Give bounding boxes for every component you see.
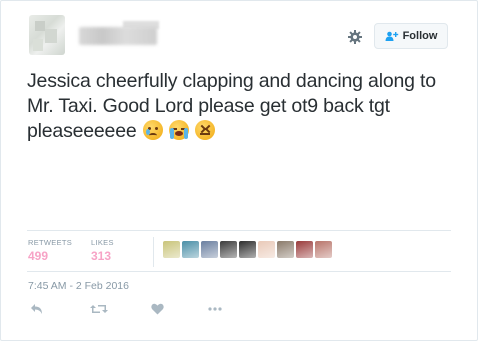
retweets-label[interactable]: RETWEETS xyxy=(28,238,72,247)
add-user-icon xyxy=(385,31,398,41)
tweet-body: Jessica cheerfully clapping and dancing … xyxy=(27,70,436,142)
tweet-card: Follow Jessica cheerfully clapping and d… xyxy=(0,0,478,341)
liker-avatar[interactable] xyxy=(258,241,275,258)
liker-avatar[interactable] xyxy=(182,241,199,258)
gear-icon[interactable] xyxy=(347,29,363,45)
reply-icon[interactable] xyxy=(30,301,44,317)
stats-divider-bottom xyxy=(27,271,451,272)
stats-divider-top xyxy=(27,230,451,231)
confounded-face-emoji xyxy=(195,120,216,140)
liker-avatar[interactable] xyxy=(277,241,294,258)
liker-avatar[interactable] xyxy=(315,241,332,258)
liker-avatar[interactable] xyxy=(239,241,256,258)
likers-avatars xyxy=(163,241,332,258)
avatar[interactable] xyxy=(29,15,65,55)
more-icon[interactable] xyxy=(208,301,222,317)
retweet-icon[interactable] xyxy=(90,301,108,317)
timestamp[interactable]: 7:45 AM - 2 Feb 2016 xyxy=(28,280,129,292)
stats-separator xyxy=(153,237,154,267)
follow-button[interactable]: Follow xyxy=(374,23,448,49)
tweet-text: Jessica cheerfully clapping and dancing … xyxy=(27,69,467,144)
liker-avatar[interactable] xyxy=(201,241,218,258)
likes-count[interactable]: 313 xyxy=(91,249,111,263)
liker-avatar[interactable] xyxy=(220,241,237,258)
liker-avatar[interactable] xyxy=(163,241,180,258)
retweets-count[interactable]: 499 xyxy=(28,249,48,263)
crying-face-emoji xyxy=(142,120,163,140)
likes-label[interactable]: LIKES xyxy=(91,238,114,247)
follow-label: Follow xyxy=(402,30,438,42)
heart-icon[interactable] xyxy=(151,301,164,317)
display-name-blurred[interactable] xyxy=(79,27,157,45)
liker-avatar[interactable] xyxy=(296,241,313,258)
loudly-crying-face-emoji xyxy=(168,120,189,140)
